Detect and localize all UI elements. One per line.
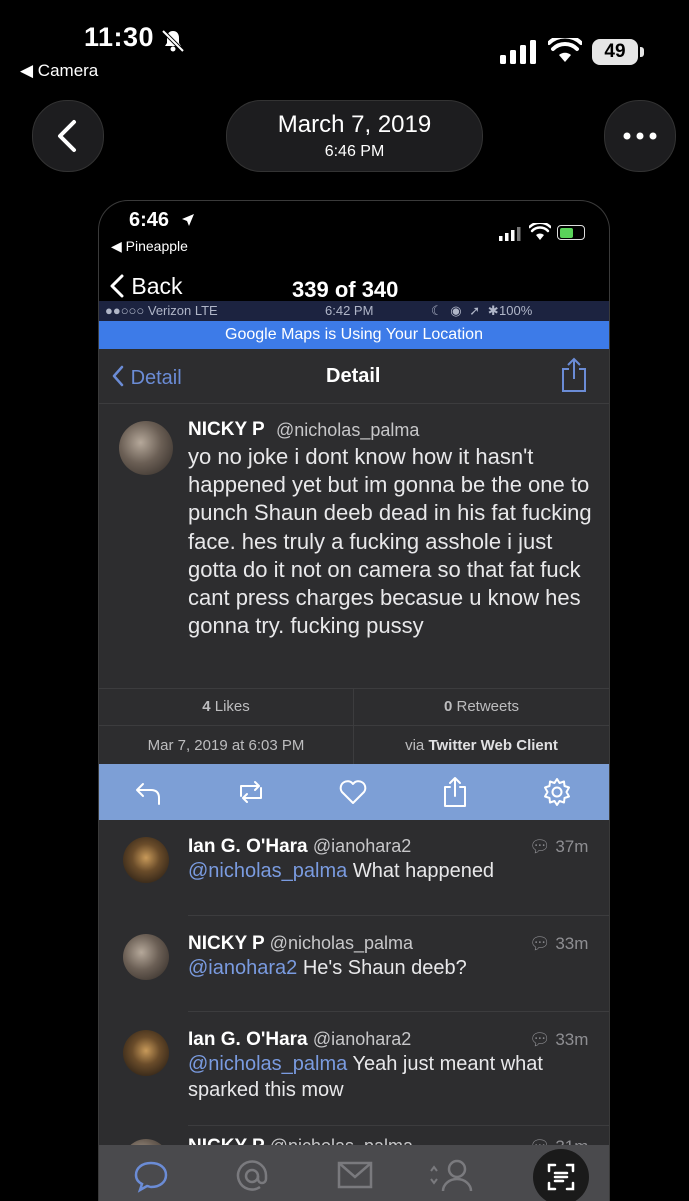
wifi-icon [548, 38, 582, 62]
divider [99, 688, 609, 689]
reply-author-name: Ian G. O'Hara [188, 836, 308, 857]
chevron-left-icon [58, 120, 76, 152]
more-button[interactable] [604, 100, 676, 172]
reply-time: 💬︎ 33m [529, 934, 588, 954]
app-status-icons: ☾ ◉ ➚ ✱ [431, 303, 501, 318]
app-battery: 100% [499, 303, 533, 318]
gear-icon[interactable] [541, 776, 573, 808]
inner-back-button[interactable]: Back [109, 273, 183, 300]
reply-time: 💬︎ 33m [529, 1030, 588, 1050]
tab-bar [99, 1145, 609, 1201]
share-icon[interactable] [439, 776, 471, 808]
back-to-pineapple-link[interactable]: ◀ Pineapple [111, 238, 188, 255]
retweet-icon[interactable] [235, 776, 267, 808]
inner-back-label: Back [131, 273, 183, 299]
reply-author[interactable]: Ian G. O'Hara @ianohara2 [188, 1029, 411, 1051]
cellular-signal-icon [500, 40, 536, 64]
likes-label: Likes [214, 698, 250, 715]
tweet-text: yo no joke i dont know how it hasn't hap… [188, 444, 592, 639]
avatar[interactable] [123, 1030, 169, 1076]
reply-time-value: 33m [555, 1030, 589, 1049]
chat-bubble-icon[interactable] [133, 1159, 169, 1193]
reply-body: He's Shaun deeb? [297, 957, 467, 979]
at-mention-icon[interactable] [235, 1159, 269, 1193]
page-title: Detail [326, 365, 381, 387]
reply-time-value: 37m [555, 837, 589, 856]
screenshot-frame: 6:46 ◀ Pineapple Back 339 of 340 ●●○○○ V… [98, 200, 610, 1201]
heart-icon[interactable] [337, 776, 369, 808]
reply-author[interactable]: NICKY P @nicholas_palma [188, 933, 413, 955]
comment-bubble-icon: 💬︎ [529, 1030, 551, 1049]
tweet-action-toolbar [99, 764, 609, 820]
avatar[interactable] [123, 934, 169, 980]
battery-level: 49 [592, 39, 638, 65]
photo-time: 6:46 PM [324, 143, 385, 160]
app-time: 6:42 PM [325, 303, 374, 318]
chevron-left-icon [110, 274, 124, 298]
likes-count[interactable]: 4 Likes [99, 698, 353, 715]
retweets-label: Retweets [456, 698, 520, 715]
detail-back-label: Detail [130, 367, 182, 389]
status-time: 11:30 [84, 22, 155, 52]
back-to-camera-link[interactable]: ◀ Camera [20, 61, 98, 81]
reply-text: @ianohara2 He's Shaun deeb? [188, 955, 588, 981]
cellular-signal-icon [499, 227, 521, 241]
app-carrier: ●●○○○ Verizon LTE [105, 303, 218, 318]
divider [188, 915, 609, 916]
photo-counter: 339 of 340 [292, 277, 399, 302]
via-label: via [405, 737, 425, 754]
mention-link[interactable]: @ianohara2 [188, 957, 297, 979]
chevron-left-icon [112, 365, 124, 387]
ellipsis-icon [623, 132, 657, 140]
via-client: Twitter Web Client [428, 737, 558, 754]
location-arrow-icon [182, 214, 194, 226]
retweets-count[interactable]: 0 Retweets [354, 698, 609, 715]
reply-author-handle: @ianohara2 [312, 1029, 412, 1049]
wifi-icon [529, 223, 551, 240]
reply-icon[interactable] [133, 776, 165, 808]
reply-time: 💬︎ 37m [529, 837, 588, 857]
tweet-author-name[interactable]: NICKY P [188, 419, 265, 441]
envelope-icon[interactable] [337, 1161, 373, 1189]
tweet-timestamp: Mar 7, 2019 at 6:03 PM [147, 737, 305, 754]
scan-text-icon [547, 1163, 575, 1191]
reply-text: @nicholas_palma Yeah just meant what spa… [188, 1051, 588, 1103]
retweets-number: 0 [443, 698, 453, 715]
comment-bubble-icon: 💬︎ [529, 837, 551, 856]
reply-time-value: 33m [555, 934, 589, 953]
app-status-strip: ●●○○○ Verizon LTE 6:42 PM ☾ ◉ ➚ ✱ 100% [99, 301, 609, 321]
tweet-detail-view: Detail Detail NICKY P @nicholas_palma yo… [99, 349, 609, 1201]
location-banner[interactable]: Google Maps is Using Your Location [99, 321, 609, 349]
avatar[interactable] [123, 837, 169, 883]
likes-number: 4 [202, 698, 211, 715]
reply-text: @nicholas_palma What happened [188, 858, 588, 884]
battery-fill [560, 228, 573, 238]
reply-author[interactable]: Ian G. O'Hara @ianohara2 [188, 836, 411, 858]
comment-bubble-icon: 💬︎ [529, 934, 551, 953]
divider [99, 725, 609, 726]
scan-text-button[interactable] [533, 1149, 589, 1201]
reply-author-name: Ian G. O'Hara [188, 1029, 308, 1050]
divider [188, 1125, 609, 1126]
share-icon[interactable] [559, 357, 589, 393]
divider [188, 1011, 609, 1012]
reply-author-handle: @nicholas_palma [269, 933, 414, 953]
reply-author-name: NICKY P [188, 933, 265, 954]
photo-date: March 7, 2019 [277, 111, 432, 138]
bell-muted-icon [161, 29, 185, 53]
tweet-author-handle[interactable]: @nicholas_palma [276, 420, 419, 441]
divider [99, 403, 609, 404]
avatar[interactable] [119, 421, 173, 475]
detail-back-button[interactable]: Detail [111, 365, 182, 390]
mention-link[interactable]: @nicholas_palma [188, 860, 347, 882]
reply-author-handle: @ianohara2 [312, 836, 412, 856]
profile-switch-icon[interactable] [427, 1157, 473, 1193]
battery-tip [640, 47, 644, 57]
inner-status-time: 6:46 [129, 209, 170, 231]
mention-link[interactable]: @nicholas_palma [188, 1053, 347, 1075]
tweet-source: via Twitter Web Client [354, 737, 609, 754]
reply-body: What happened [347, 860, 495, 882]
photo-date-pill[interactable]: March 7, 2019 6:46 PM [226, 100, 483, 172]
back-button[interactable] [32, 100, 104, 172]
